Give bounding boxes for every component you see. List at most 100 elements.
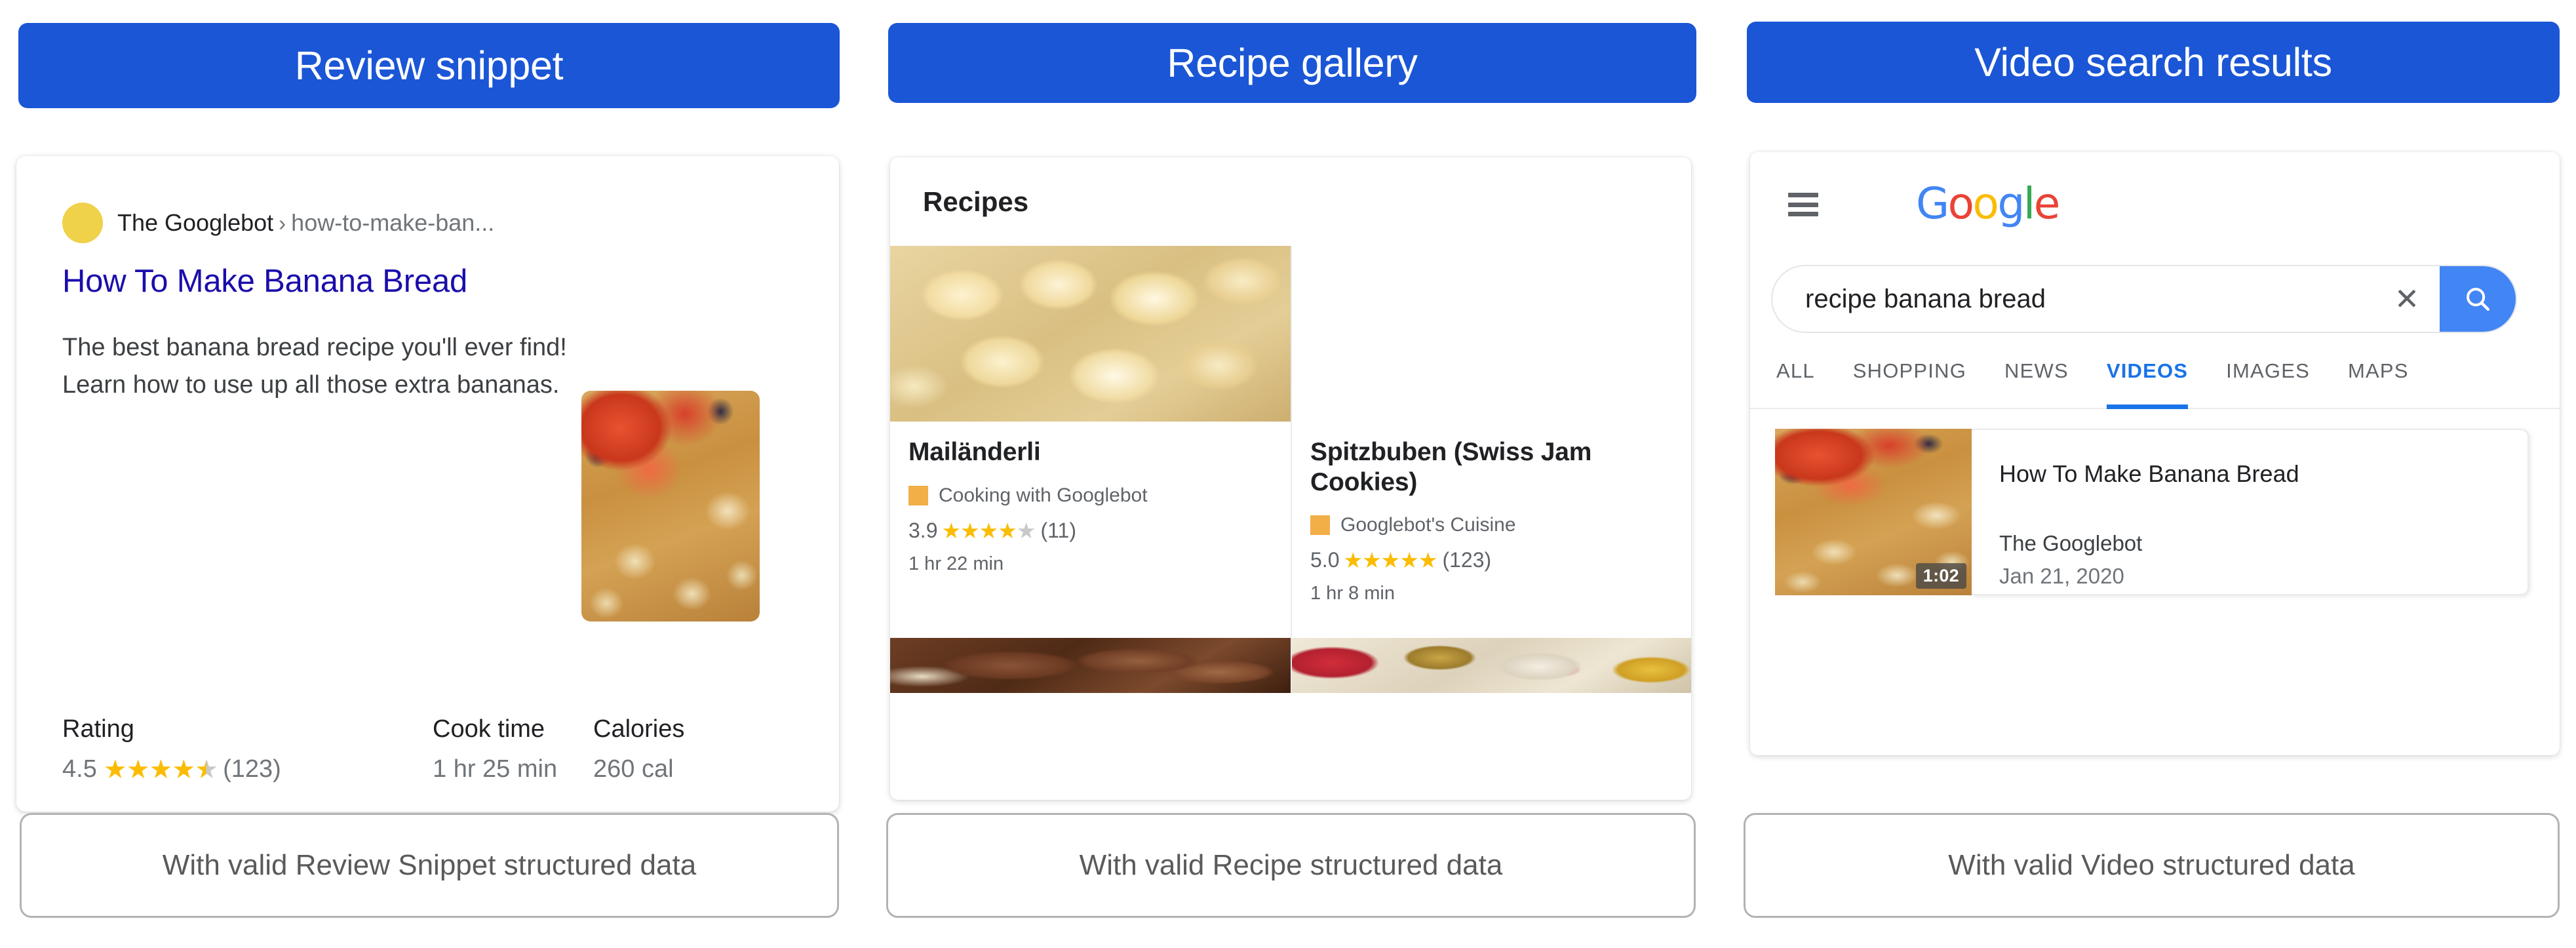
recipe-card[interactable]: Spitzbuben (Swiss Jam Cookies) Googlebot… — [1291, 246, 1691, 693]
review-snippet-card[interactable]: The Googlebot › how-to-make-ban... How T… — [16, 156, 839, 812]
panel-header-label: Video search results — [1974, 39, 2332, 85]
result-title-link[interactable]: How To Make Banana Bread — [62, 263, 467, 300]
fact-value: 260 cal — [593, 755, 674, 783]
panel-header-video-search: Video search results — [1747, 22, 2560, 103]
rating-number: 5.0 — [1310, 548, 1340, 572]
search-icon — [2467, 288, 2490, 311]
rating-count: (11) — [1040, 518, 1076, 542]
fact-label: Cook time — [433, 715, 545, 743]
panel-header-label: Review snippet — [294, 43, 564, 88]
panel-review-snippet: Review snippet The Googlebot › how-to-ma… — [0, 0, 859, 948]
rating-number: 3.9 — [908, 518, 938, 542]
panel-caption-label: With valid Recipe structured data — [1079, 849, 1503, 881]
comparison-screenshot: Review snippet The Googlebot › how-to-ma… — [0, 0, 2576, 948]
panel-header-label: Recipe gallery — [1167, 40, 1418, 85]
recipe-card[interactable]: Mailänderli Cooking with Googlebot 3.9 ★… — [890, 246, 1291, 693]
panel-recipe-gallery: Recipe gallery Recipes Mailänderli Cooki… — [878, 0, 1704, 948]
recipe-gallery-card: Recipes Mailänderli Cooking with Googleb… — [890, 157, 1691, 800]
video-date: Jan 21, 2020 — [1999, 564, 2124, 588]
recipe-source: Googlebot's Cuisine — [1310, 514, 1673, 536]
search-bar[interactable]: recipe banana bread ✕ — [1771, 265, 2517, 333]
logo-letter: e — [2033, 178, 2061, 229]
logo-letter: g — [1997, 178, 2025, 229]
jam-cookies-photo — [1292, 246, 1691, 422]
fact-value: 4.5 ★ ★ ★ ★ ★ (123) — [62, 755, 433, 783]
rich-result-facts: Rating 4.5 ★ ★ ★ ★ ★ (123) Cook time 1 hr 25… — [62, 715, 783, 783]
video-title[interactable]: How To Make Banana Bread — [1999, 460, 2501, 488]
tab-videos[interactable]: VIDEOS — [2106, 349, 2189, 409]
fact-label: Rating — [62, 715, 134, 743]
panel-header-review-snippet: Review snippet — [18, 23, 840, 108]
recipe-time: 1 hr 8 min — [1310, 583, 1395, 604]
tab-shopping[interactable]: SHOPPING — [1853, 349, 1966, 409]
recipe-gallery-heading: Recipes — [923, 186, 1029, 217]
fact-cook-time: Cook time 1 hr 25 min — [433, 715, 593, 783]
fact-rating: Rating 4.5 ★ ★ ★ ★ ★ (123) — [62, 715, 433, 783]
recipe-rating: 5.0 ★ ★ ★ ★ ★ (123) — [1310, 548, 1673, 572]
recipe-title[interactable]: Spitzbuben (Swiss Jam Cookies) — [1310, 437, 1673, 497]
search-results-card: Google recipe banana bread ✕ ALL SHOPPIN… — [1750, 152, 2560, 755]
source-favicon-icon — [908, 485, 928, 505]
breadcrumb[interactable]: The Googlebot › how-to-make-ban... — [62, 203, 494, 243]
google-logo[interactable]: Google — [1916, 182, 2060, 226]
rating-stars-icon: ★ ★ ★ ★ ★ — [1343, 548, 1437, 573]
recipe-photo-next-row[interactable] — [890, 638, 1291, 693]
logo-letter: o — [1947, 178, 1974, 229]
recipe-card-body: Mailänderli Cooking with Googlebot 3.9 ★… — [890, 422, 1291, 638]
result-description: The best banana bread recipe you'll ever… — [62, 334, 567, 399]
recipe-time: 1 hr 22 min — [908, 553, 1004, 574]
breadcrumb-site: The Googlebot — [117, 209, 274, 236]
video-thumbnail[interactable]: 1:02 — [1775, 429, 1972, 595]
recipe-photo-next-row[interactable] — [1292, 638, 1691, 693]
panel-caption-label: With valid Review Snippet structured dat… — [162, 849, 697, 881]
fact-calories: Calories 260 cal — [593, 715, 684, 783]
video-channel: The Googlebot — [1999, 531, 2143, 555]
clear-icon[interactable]: ✕ — [2374, 281, 2440, 317]
result-thumbnail-image[interactable] — [581, 391, 760, 622]
tab-images[interactable]: IMAGES — [2226, 349, 2310, 409]
panel-video-search-results: Video search results Google recipe banan… — [1730, 0, 2576, 948]
tab-maps[interactable]: MAPS — [2348, 349, 2409, 409]
rating-number: 4.5 — [62, 755, 97, 783]
search-header: Google — [1750, 152, 2560, 260]
source-favicon-icon — [1310, 515, 1330, 536]
fact-value: 1 hr 25 min — [433, 755, 558, 783]
tab-all[interactable]: ALL — [1776, 349, 1815, 409]
logo-letter: G — [1916, 178, 1949, 229]
rating-count: (123) — [1442, 548, 1492, 572]
site-favicon-icon — [62, 203, 103, 243]
recipe-title[interactable]: Mailänderli — [908, 437, 1272, 467]
christmas-cookies-photo — [1292, 638, 1691, 693]
breadcrumb-separator-icon: › — [279, 211, 286, 235]
recipe-photo[interactable] — [890, 246, 1291, 422]
search-input[interactable]: recipe banana bread — [1772, 285, 2374, 314]
banana-bread-photo — [581, 391, 760, 622]
recipe-rating: 3.9 ★ ★ ★ ★ ★ (11) — [908, 519, 1272, 543]
video-result-item[interactable]: 1:02 How To Make Banana Bread The Google… — [1775, 429, 2529, 595]
recipe-gallery-grid: Mailänderli Cooking with Googlebot 3.9 ★… — [890, 246, 1691, 693]
recipe-source-name: Googlebot's Cuisine — [1340, 514, 1516, 536]
search-tabs: ALL SHOPPING NEWS VIDEOS IMAGES MAPS — [1750, 349, 2560, 409]
rating-count: (123) — [223, 755, 281, 783]
panel-caption-recipe-gallery: With valid Recipe structured data — [886, 813, 1696, 918]
rating-stars-icon: ★ ★ ★ ★ ★ — [103, 755, 218, 784]
breadcrumb-path: how-to-make-ban... — [291, 209, 495, 236]
panel-header-recipe-gallery: Recipe gallery — [888, 23, 1696, 103]
recipe-source-name: Cooking with Googlebot — [939, 484, 1148, 506]
video-duration-badge: 1:02 — [1915, 563, 1966, 589]
tab-news[interactable]: NEWS — [2004, 349, 2069, 409]
butter-cookies-photo — [890, 246, 1291, 422]
video-result-meta: How To Make Banana Bread The Googlebot J… — [1972, 429, 2529, 595]
recipe-source: Cooking with Googlebot — [908, 484, 1272, 507]
panel-caption-review-snippet: With valid Review Snippet structured dat… — [20, 813, 839, 918]
logo-letter: o — [1972, 178, 1999, 229]
search-button[interactable] — [2440, 266, 2516, 332]
recipe-photo[interactable] — [1292, 246, 1691, 422]
recipe-card-body: Spitzbuben (Swiss Jam Cookies) Googlebot… — [1292, 422, 1691, 638]
menu-icon[interactable] — [1788, 193, 1818, 216]
panel-caption-label: With valid Video structured data — [1948, 849, 2355, 881]
logo-letter: l — [2023, 178, 2035, 229]
fact-label: Calories — [593, 715, 685, 743]
rating-stars-icon: ★ ★ ★ ★ ★ — [941, 518, 1036, 543]
panel-caption-video-search: With valid Video structured data — [1744, 813, 2560, 918]
